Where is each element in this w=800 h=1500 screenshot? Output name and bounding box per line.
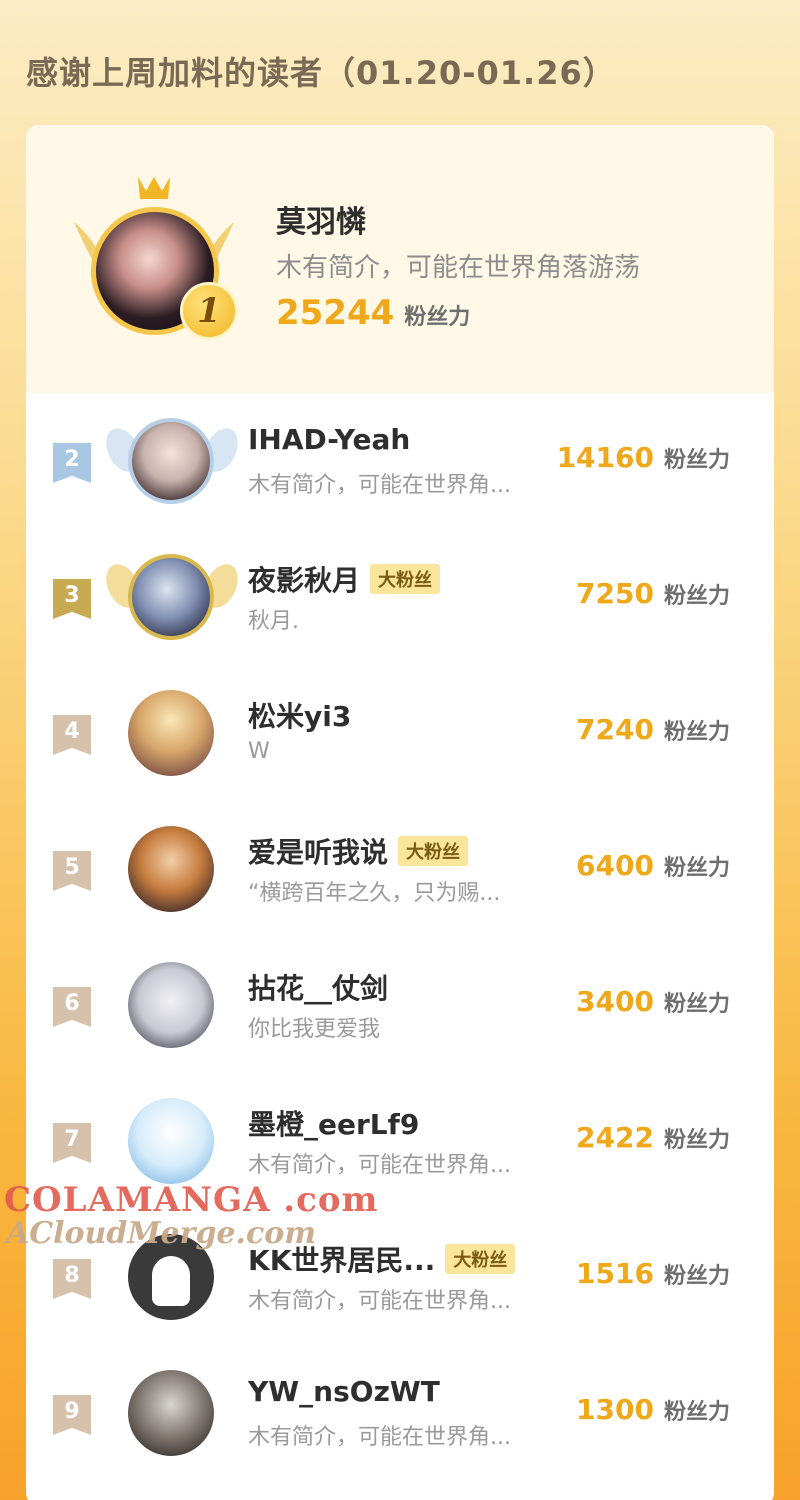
reader-score: 3400 粉丝力 <box>576 985 730 1018</box>
score-unit: 粉丝力 <box>663 448 730 473</box>
score-unit: 粉丝力 <box>663 1264 730 1289</box>
score-unit: 粉丝力 <box>663 584 730 609</box>
name-line: 松米yi3 <box>248 695 351 735</box>
top-reader[interactable]: 1 莫羽憐 木有简介，可能在世界角落游荡 25244 粉丝力 <box>26 125 774 393</box>
reader-bio: 木有简介，可能在世界角... <box>248 1289 511 1314</box>
rank-tag: 7 <box>53 1123 91 1163</box>
reader-bio: “横跨百年之久，只为赐... <box>248 881 501 906</box>
reader-bio: 木有简介，可能在世界角... <box>248 1153 511 1178</box>
reader-score: 1516 粉丝力 <box>576 1257 730 1290</box>
leaderboard-card: 1 莫羽憐 木有简介，可能在世界角落游荡 25244 粉丝力 2 IHAD-Ye… <box>26 125 774 1500</box>
reader-score: 6400 粉丝力 <box>576 849 730 882</box>
score-value: 7250 <box>576 577 654 610</box>
reader-name: 夜影秋月 <box>248 564 361 597</box>
score-unit: 粉丝力 <box>663 1128 730 1153</box>
rank-tag: 6 <box>53 987 91 1027</box>
name-line: 爱是听我说 大粉丝 <box>248 831 469 871</box>
name-line: IHAD-Yeah <box>248 423 410 456</box>
rank-tag: 9 <box>53 1395 91 1435</box>
reader-name: 松米yi3 <box>248 700 352 733</box>
top-reader-score: 25244 粉丝力 <box>276 293 470 333</box>
rank-tag: 3 <box>53 579 91 619</box>
score-value: 3400 <box>576 985 654 1018</box>
avatar[interactable] <box>128 962 214 1048</box>
reader-bio: 木有简介，可能在世界角... <box>248 473 511 498</box>
score-value: 1516 <box>576 1257 654 1290</box>
reader-score: 2422 粉丝力 <box>576 1121 730 1154</box>
score-unit: 粉丝力 <box>404 305 471 330</box>
reader-name: 墨橙_eerLf9 <box>248 1108 420 1141</box>
rank-tag: 2 <box>53 443 91 483</box>
name-line: 墨橙_eerLf9 <box>248 1103 419 1143</box>
list-item[interactable]: 3 夜影秋月 大粉丝 秋月. 7250 粉丝力 <box>26 529 774 665</box>
list-item[interactable]: 5 爱是听我说 大粉丝 “横跨百年之久，只为赐... 6400 粉丝力 <box>26 801 774 937</box>
reader-name: YW_nsOzWT <box>248 1375 440 1408</box>
score-value: 25244 <box>276 293 395 333</box>
list-item[interactable]: 6 拈花__仗剑 你比我更爱我 3400 粉丝力 <box>26 937 774 1073</box>
reader-list: 2 IHAD-Yeah 木有简介，可能在世界角... 14160 粉丝力 3 夜… <box>26 393 774 1481</box>
reader-score: 1300 粉丝力 <box>576 1393 730 1426</box>
top-reader-bio: 木有简介，可能在世界角落游荡 <box>276 253 641 283</box>
rank-tag: 8 <box>53 1259 91 1299</box>
avatar[interactable] <box>128 690 214 776</box>
name-line: 拈花__仗剑 <box>248 967 388 1007</box>
score-unit: 粉丝力 <box>663 856 730 881</box>
reader-bio: W <box>248 739 270 764</box>
default-avatar-icon <box>152 1256 190 1306</box>
reader-score: 14160 粉丝力 <box>557 441 730 474</box>
list-item[interactable]: 4 松米yi3 W 7240 粉丝力 <box>26 665 774 801</box>
score-value: 2422 <box>576 1121 654 1154</box>
score-value: 14160 <box>556 441 654 474</box>
watermark: COLAMANGA .com <box>4 1180 379 1220</box>
reader-name: 爱是听我说 <box>248 836 389 869</box>
top-reader-name: 莫羽憐 <box>276 205 366 240</box>
score-value: 1300 <box>576 1393 654 1426</box>
page-title: 感谢上周加料的读者（01.20-01.26） <box>26 54 616 92</box>
score-value: 7240 <box>576 713 654 746</box>
reader-score: 7240 粉丝力 <box>576 713 730 746</box>
rank-tag: 4 <box>53 715 91 755</box>
score-unit: 粉丝力 <box>663 1400 730 1425</box>
fan-badge: 大粉丝 <box>398 836 469 866</box>
name-line: 夜影秋月 大粉丝 <box>248 559 441 599</box>
score-value: 6400 <box>576 849 654 882</box>
avatar[interactable] <box>128 1370 214 1456</box>
reader-bio: 秋月. <box>248 609 299 634</box>
reader-score: 7250 粉丝力 <box>576 577 730 610</box>
avatar[interactable] <box>128 1098 214 1184</box>
reader-bio: 木有简介，可能在世界角... <box>248 1425 511 1450</box>
avatar[interactable] <box>128 554 214 640</box>
top-avatar-frame: 1 <box>64 177 244 357</box>
score-unit: 粉丝力 <box>663 992 730 1017</box>
reader-name: IHAD-Yeah <box>248 423 411 456</box>
reader-bio: 你比我更爱我 <box>248 1017 381 1042</box>
list-item[interactable]: 9 YW_nsOzWT 木有简介，可能在世界角... 1300 粉丝力 <box>26 1345 774 1481</box>
rank-tag: 5 <box>53 851 91 891</box>
avatar[interactable] <box>128 826 214 912</box>
reader-name: 拈花__仗剑 <box>248 972 389 1005</box>
rank-badge: 1 <box>180 282 238 340</box>
name-line: YW_nsOzWT <box>248 1375 440 1408</box>
avatar[interactable] <box>128 418 214 504</box>
watermark: ACloudMerge.com <box>6 1216 316 1251</box>
fan-badge: 大粉丝 <box>445 1244 516 1274</box>
score-unit: 粉丝力 <box>663 720 730 745</box>
list-item[interactable]: 2 IHAD-Yeah 木有简介，可能在世界角... 14160 粉丝力 <box>26 393 774 529</box>
fan-badge: 大粉丝 <box>370 564 441 594</box>
